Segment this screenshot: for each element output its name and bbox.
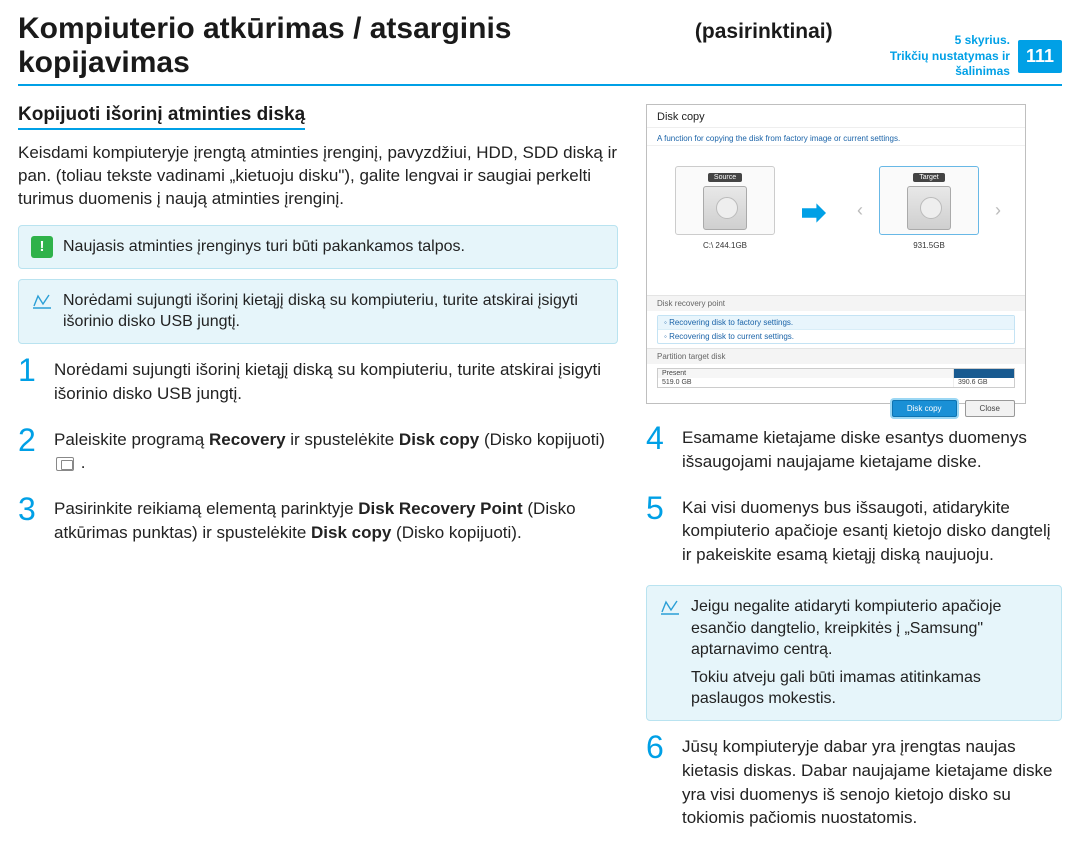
disk-copy-screenshot: Disk copy A function for copying the dis…	[646, 104, 1026, 404]
note-icon	[659, 596, 681, 618]
service-note-line2: Tokiu atveju gali būti imamas atitinkama…	[691, 667, 1049, 710]
disk-copy-button[interactable]: Disk copy	[892, 400, 957, 417]
target-capacity: 931.5GB	[879, 241, 979, 250]
source-disk: Source C:\ 244.1GB	[675, 166, 775, 250]
target-label: Target	[913, 173, 944, 182]
text: ir spustelėkite	[286, 430, 399, 449]
service-note-line1: Jeigu negalite atidaryti kompiuterio apa…	[691, 596, 1049, 661]
section-heading: Kopijuoti išorinį atminties diską	[18, 104, 305, 130]
text: (Disko kopijuoti).	[391, 523, 521, 542]
step-body: Pasirinkite reikiamą elementą parinktyje…	[54, 493, 618, 545]
step-3: 3 Pasirinkite reikiamą elementą parinkty…	[18, 493, 618, 545]
step-number: 1	[18, 354, 44, 406]
warning-icon: !	[31, 236, 53, 258]
step-number: 4	[646, 422, 672, 474]
bold-text: Disk Recovery Point	[358, 499, 522, 518]
col-present: Present	[658, 369, 954, 378]
step-body: Paleiskite programą Recovery ir spustelė…	[54, 424, 618, 476]
partition-size-2: 390.6 GB	[954, 378, 1014, 387]
chevron-left-icon[interactable]: ‹	[857, 200, 863, 221]
note-text: Norėdami sujungti išorinį kietąjį diską …	[63, 290, 605, 333]
step-body: Jūsų kompiuteryje dabar yra įrengtas nau…	[682, 731, 1062, 830]
step-2: 2 Paleiskite programą Recovery ir spuste…	[18, 424, 618, 476]
chapter-line1: 5 skyrius.	[833, 33, 1010, 49]
text: .	[76, 453, 85, 472]
source-capacity: C:\ 244.1GB	[675, 241, 775, 250]
intro-paragraph: Keisdami kompiuteryje įrengtą atminties …	[18, 142, 618, 211]
source-label: Source	[708, 173, 742, 182]
step-6: 6 Jūsų kompiuteryje dabar yra įrengtas n…	[646, 731, 1062, 830]
step-number: 5	[646, 492, 672, 567]
bold-text: Disk copy	[399, 430, 479, 449]
step-4: 4 Esamame kietajame diske esantys duomen…	[646, 422, 1062, 474]
hdd-icon	[907, 186, 951, 230]
note-callout: Norėdami sujungti išorinį kietąjį diską …	[18, 279, 618, 344]
text: Paleiskite programą	[54, 430, 209, 449]
step-1: 1 Norėdami sujungti išorinį kietąjį disk…	[18, 354, 618, 406]
warning-text: Naujasis atminties įrenginys turi būti p…	[63, 236, 465, 258]
step-number: 3	[18, 493, 44, 545]
step-number: 2	[18, 424, 44, 476]
close-button[interactable]: Close	[965, 400, 1015, 417]
bold-text: Recovery	[209, 430, 286, 449]
recovery-options: ◦ Recovering disk to factory settings. ◦…	[657, 315, 1015, 344]
chapter-line2: Trikčių nustatymas ir šalinimas	[833, 49, 1010, 80]
step-body: Esamame kietajame diske esantys duomenys…	[682, 422, 1062, 474]
service-note-callout: Jeigu negalite atidaryti kompiuterio apa…	[646, 585, 1062, 721]
hdd-icon	[703, 186, 747, 230]
target-disk: Target 931.5GB	[879, 166, 979, 250]
arrow-right-icon	[802, 201, 826, 225]
service-note-body: Jeigu negalite atidaryti kompiuterio apa…	[691, 596, 1049, 710]
note-icon	[31, 290, 53, 312]
left-column: Kopijuoti išorinį atminties diską Keisda…	[18, 104, 618, 848]
window-title: Disk copy	[647, 105, 1025, 128]
chapter-label: 5 skyrius. Trikčių nustatymas ir šalinim…	[833, 33, 1010, 80]
title-main: Kompiuterio atkūrimas / atsarginis kopij…	[18, 12, 689, 80]
col-spare	[954, 369, 1014, 378]
step-body: Norėdami sujungti išorinį kietąjį diską …	[54, 354, 618, 406]
page-number: 111	[1018, 40, 1062, 73]
header-meta: 5 skyrius. Trikčių nustatymas ir šalinim…	[833, 33, 1062, 80]
right-column: Disk copy A function for copying the dis…	[646, 104, 1062, 848]
page-header: Kompiuterio atkūrimas / atsarginis kopij…	[18, 12, 1062, 86]
bold-text: Disk copy	[311, 523, 391, 542]
recovery-point-header: Disk recovery point	[647, 295, 1025, 311]
step-number: 6	[646, 731, 672, 830]
warning-callout: ! Naujasis atminties įrenginys turi būti…	[18, 225, 618, 269]
text: Recovering disk to current settings.	[669, 332, 794, 341]
step-5: 5 Kai visi duomenys bus išsaugoti, atida…	[646, 492, 1062, 567]
recovery-option-factory[interactable]: ◦ Recovering disk to factory settings.	[658, 316, 1014, 330]
text: Pasirinkite reikiamą elementą parinktyje	[54, 499, 358, 518]
title-sub: (pasirinktinai)	[695, 20, 833, 44]
text: Recovering disk to factory settings.	[669, 318, 793, 327]
header-title-group: Kompiuterio atkūrimas / atsarginis kopij…	[18, 12, 833, 80]
text: (Disko kopijuoti)	[479, 430, 605, 449]
partition-header: Partition target disk	[647, 348, 1025, 364]
recovery-option-current[interactable]: ◦ Recovering disk to current settings.	[658, 330, 1014, 343]
chevron-right-icon[interactable]: ›	[995, 200, 1001, 221]
partition-table: Present 519.0 GB390.6 GB	[657, 368, 1015, 388]
window-description: A function for copying the disk from fac…	[647, 128, 1025, 145]
disk-copy-icon	[56, 457, 74, 471]
step-body: Kai visi duomenys bus išsaugoti, atidary…	[682, 492, 1062, 567]
partition-size-1: 519.0 GB	[658, 378, 954, 387]
